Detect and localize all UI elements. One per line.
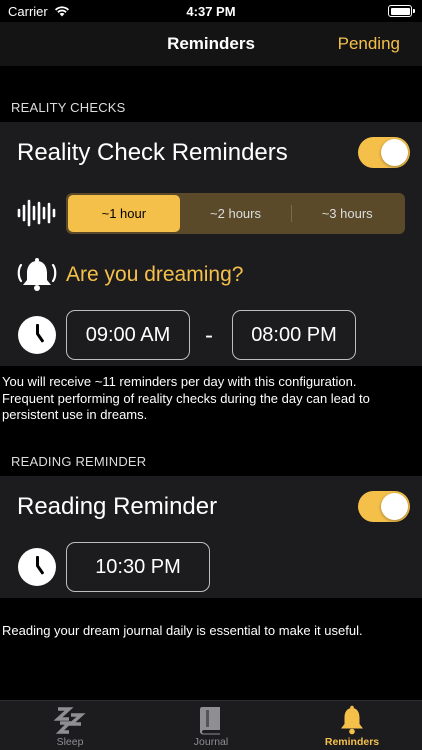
bell-ringing-icon	[17, 258, 57, 291]
end-time-button[interactable]: 08:00 PM	[232, 310, 356, 360]
bell-icon	[341, 705, 363, 735]
reality-checks-card: Reality Check Reminders ~1 hour ~2 hours…	[0, 122, 422, 366]
reading-reminder-card: Reading Reminder 10:30 PM	[0, 476, 422, 598]
book-icon	[200, 707, 220, 735]
reading-reminder-title: Reading Reminder	[17, 493, 218, 520]
interval-segmented-control: ~1 hour ~2 hours ~3 hours	[66, 193, 405, 234]
reading-reminder-section-header: READING REMINDER	[11, 454, 147, 469]
interval-option-1h[interactable]: ~1 hour	[68, 195, 180, 232]
status-bar: Carrier 4:37 PM	[0, 0, 422, 22]
wifi-icon	[54, 6, 69, 17]
tab-sleep[interactable]: Sleep	[0, 701, 140, 750]
tab-sleep-label: Sleep	[56, 736, 84, 748]
reality-check-toggle[interactable]	[358, 137, 410, 168]
reading-reminder-note: Reading your dream journal daily is esse…	[2, 623, 363, 638]
zzz-icon	[54, 707, 86, 734]
tab-reminders[interactable]: Reminders	[282, 701, 422, 750]
reality-question-label: Are you dreaming?	[66, 263, 244, 286]
battery-icon	[388, 5, 415, 17]
reading-reminder-toggle[interactable]	[358, 491, 410, 522]
interval-option-3h[interactable]: ~3 hours	[291, 195, 403, 232]
tab-bar: Sleep Journal Reminders	[0, 700, 422, 750]
clock-icon	[18, 548, 56, 586]
tab-journal-label: Journal	[193, 736, 229, 748]
reading-time-button[interactable]: 10:30 PM	[66, 542, 210, 592]
carrier-label: Carrier	[8, 3, 48, 19]
interval-option-2h[interactable]: ~2 hours	[180, 195, 292, 232]
clock-icon	[18, 316, 56, 354]
status-left: Carrier	[8, 4, 70, 19]
time-range-separator: -	[205, 322, 213, 349]
start-time-button[interactable]: 09:00 AM	[66, 310, 190, 360]
tab-journal[interactable]: Journal	[141, 701, 281, 750]
tab-reminders-label: Reminders	[324, 736, 380, 748]
reality-checks-note: You will receive ~11 reminders per day w…	[2, 374, 370, 422]
pending-button[interactable]: Pending	[338, 34, 400, 54]
reality-check-reminders-title: Reality Check Reminders	[17, 139, 288, 166]
navigation-bar: Reminders Pending	[0, 22, 422, 66]
sound-wave-icon	[17, 199, 56, 227]
reality-checks-section-header: REALITY CHECKS	[11, 100, 126, 115]
page-title: Reminders	[167, 34, 255, 53]
